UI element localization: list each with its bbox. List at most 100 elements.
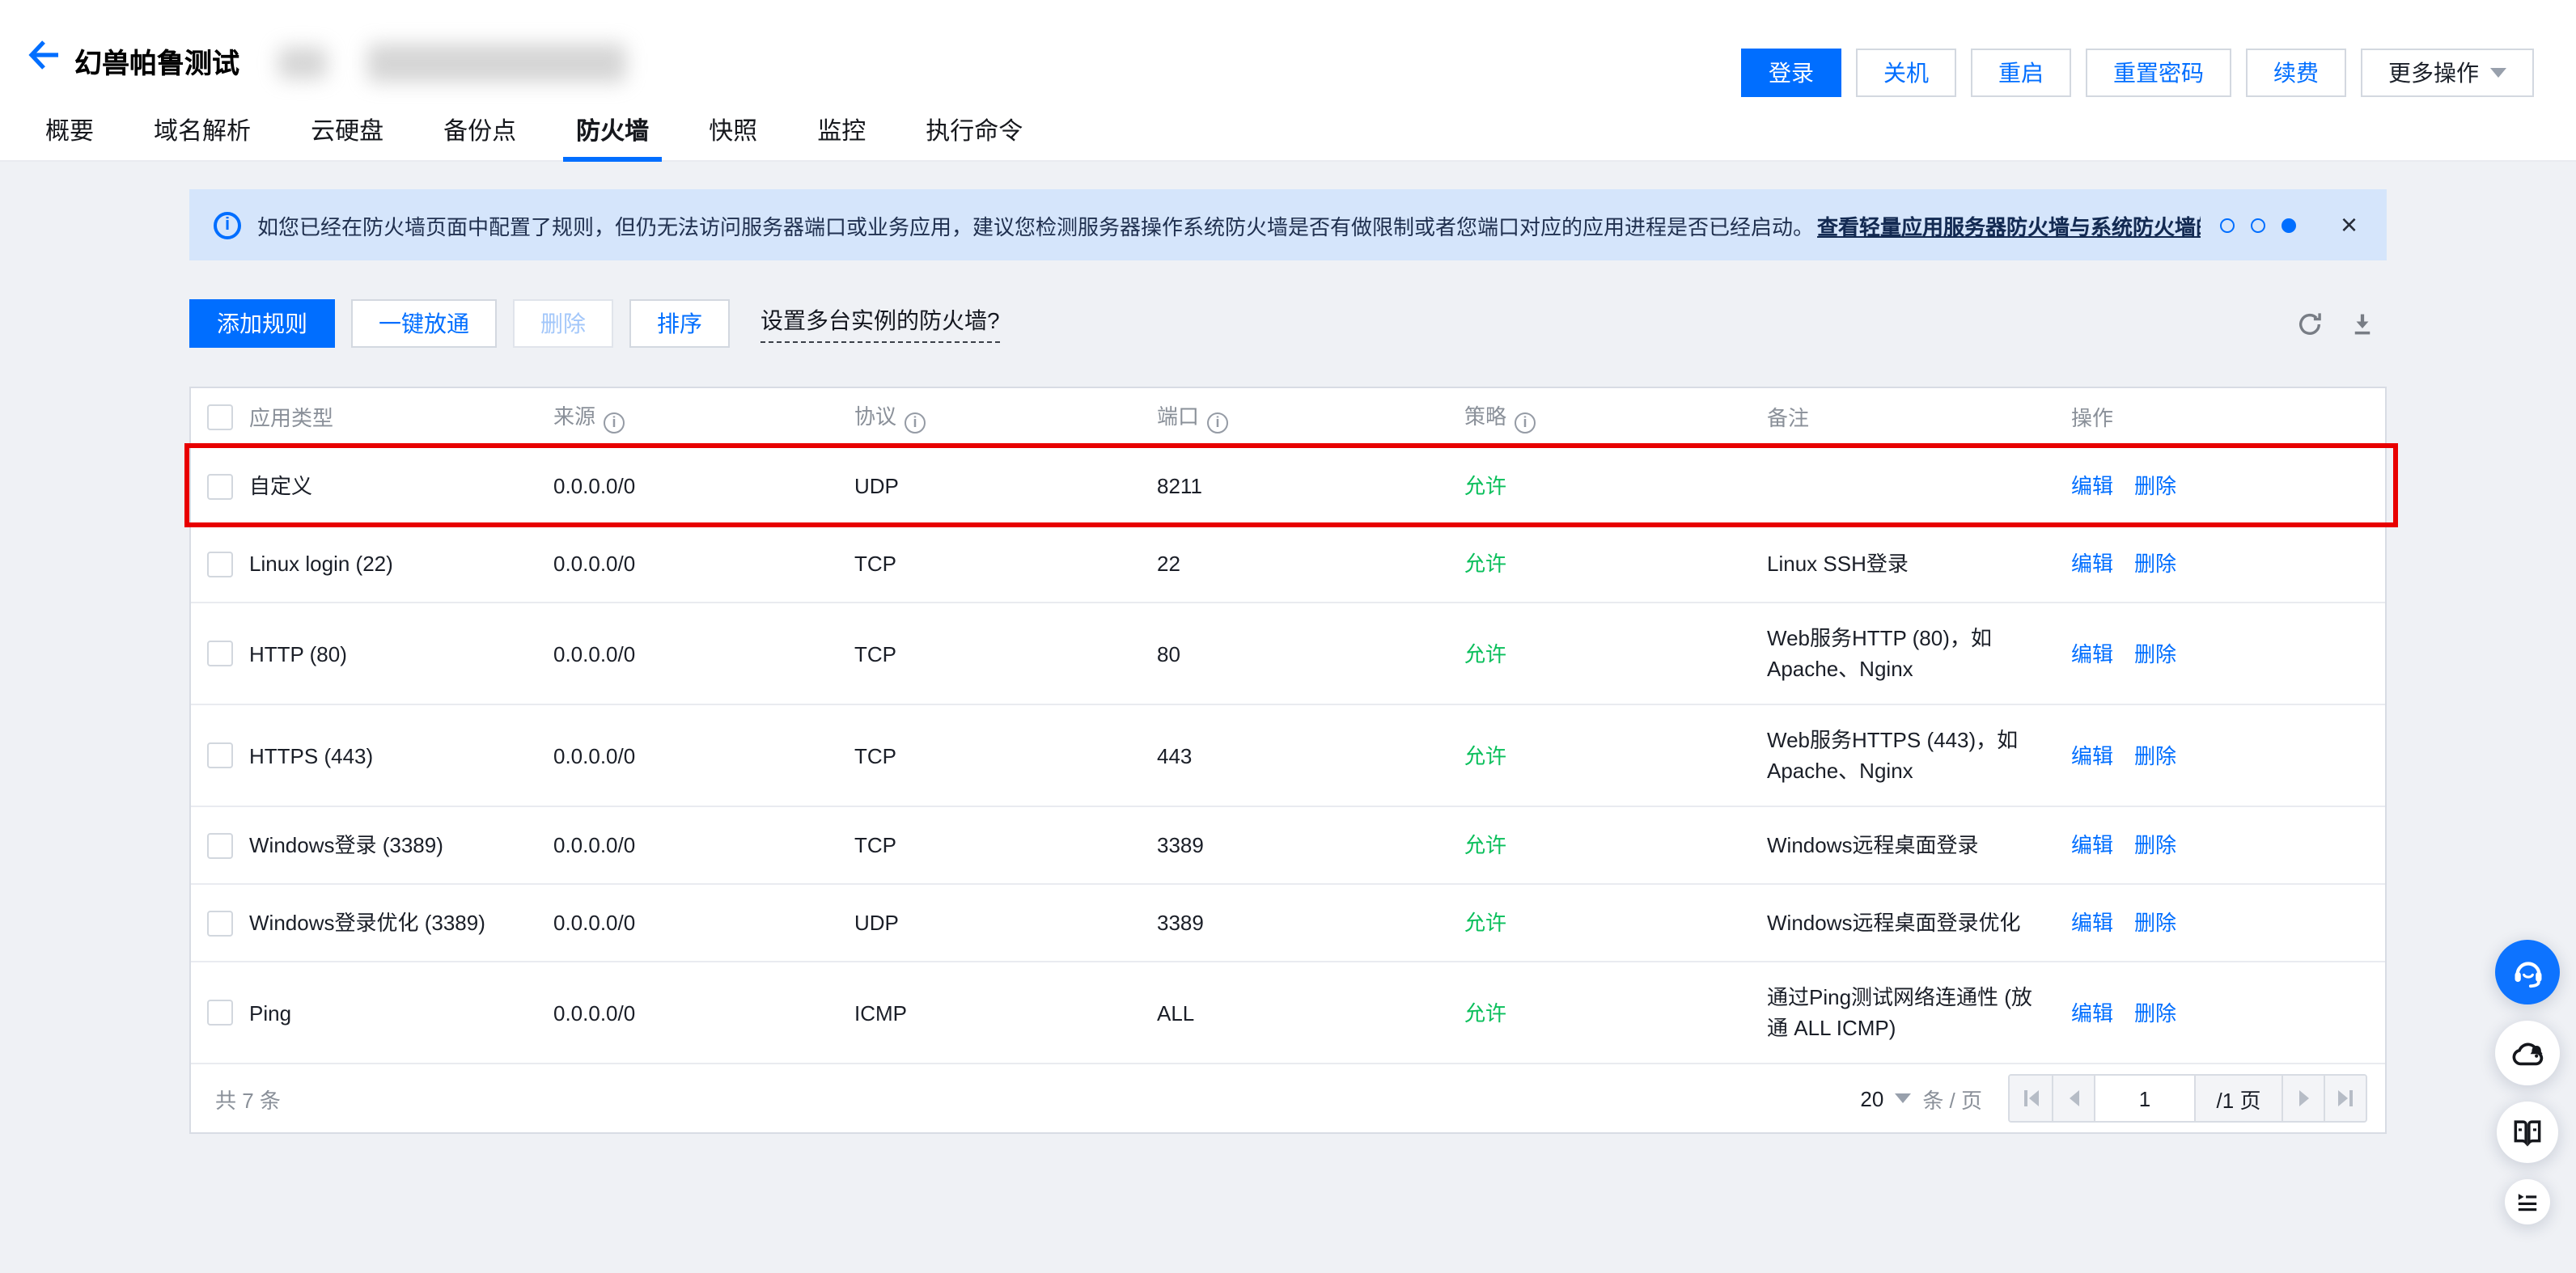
cell-port: 3389 (1157, 830, 1464, 861)
rule-row-Windows登录 (3389): Windows登录 (3389)0.0.0.0/0TCP3389允许Window… (191, 807, 2385, 885)
instance-header: 幻兽帕鲁测试 登录 关机 重启 重置密码 续费 更多操作 (0, 0, 2576, 100)
cell-policy: 允许 (1464, 471, 1767, 501)
edit-rule-link[interactable]: 编辑 (2071, 833, 2113, 857)
column-header: 备注 (1767, 402, 2071, 433)
floating-assistant-buttons (2495, 940, 2560, 1224)
support-chat-icon (2509, 954, 2546, 991)
delete-rule-link[interactable]: 删除 (2134, 552, 2176, 576)
rule-row-Ping: Ping0.0.0.0/0ICMPALL允许通过Ping测试网络连通性 (放通 … (191, 962, 2385, 1064)
tab-云硬盘[interactable]: 云硬盘 (311, 100, 383, 160)
rule-row-自定义: 自定义0.0.0.0/0UDP8211允许编辑删除 (191, 448, 2385, 526)
firewall-diff-link[interactable]: 查看轻量应用服务器防火墙与系统防火墙的区别 (1817, 209, 2201, 240)
edit-rule-link[interactable]: 编辑 (2071, 743, 2113, 768)
instance-tabbar: 概要域名解析云硬盘备份点防火墙快照监控执行命令 (0, 100, 2576, 162)
page-title: 幻兽帕鲁测试 (74, 40, 239, 81)
row-checkbox[interactable] (207, 910, 233, 936)
pagination: /1 页 (2008, 1074, 2367, 1123)
multi-instance-firewall-link[interactable]: 设置多台实例的防火墙? (761, 304, 1000, 343)
tab-执行命令[interactable]: 执行命令 (926, 100, 1023, 160)
docs-book-button[interactable] (2497, 1102, 2558, 1163)
cell-source: 0.0.0.0/0 (553, 638, 854, 669)
cell-actions: 编辑删除 (2071, 740, 2385, 771)
delete-rule-link[interactable]: 删除 (2134, 641, 2176, 666)
console-log-button[interactable] (2505, 1179, 2550, 1224)
renew-button[interactable]: 续费 (2246, 49, 2346, 97)
cell-source: 0.0.0.0/0 (553, 740, 854, 771)
prev-page-button[interactable] (2052, 1076, 2094, 1121)
add-rule-button[interactable]: 添加规则 (189, 299, 335, 348)
info-icon[interactable]: i (1207, 412, 1228, 433)
info-icon[interactable]: i (1515, 412, 1536, 433)
cell-policy: 允许 (1464, 907, 1767, 938)
download-icon[interactable] (2349, 310, 2375, 337)
cell-policy: 允许 (1464, 997, 1767, 1028)
row-checkbox[interactable] (207, 641, 233, 666)
cell-actions: 编辑删除 (2071, 907, 2385, 938)
delete-rule-link[interactable]: 删除 (2134, 474, 2176, 498)
row-checkbox[interactable] (207, 1000, 233, 1026)
tab-监控[interactable]: 监控 (817, 100, 866, 160)
back-button[interactable] (24, 37, 66, 76)
delete-rule-link[interactable]: 删除 (2134, 1000, 2176, 1025)
tab-概要[interactable]: 概要 (45, 100, 94, 160)
cell-remark: Linux SSH登录 (1767, 548, 2071, 579)
select-all-checkbox[interactable] (207, 404, 233, 430)
edit-rule-link[interactable]: 编辑 (2071, 1000, 2113, 1025)
cell-app-type: 自定义 (249, 471, 553, 501)
edit-rule-link[interactable]: 编辑 (2071, 641, 2113, 666)
restart-button[interactable]: 重启 (1971, 49, 2071, 97)
edit-rule-link[interactable]: 编辑 (2071, 474, 2113, 498)
close-icon[interactable]: × (2341, 210, 2358, 239)
shutdown-button[interactable]: 关机 (1856, 49, 1956, 97)
info-icon[interactable]: i (604, 412, 625, 433)
delete-rule-link[interactable]: 删除 (2134, 743, 2176, 768)
cell-policy: 允许 (1464, 638, 1767, 669)
cell-app-type: Windows登录 (3389) (249, 830, 553, 861)
info-icon[interactable]: i (905, 412, 926, 433)
row-checkbox[interactable] (207, 551, 233, 577)
more-actions-button[interactable]: 更多操作 (2361, 49, 2534, 97)
cell-policy: 允许 (1464, 548, 1767, 579)
row-checkbox[interactable] (207, 742, 233, 768)
rule-row-HTTPS (443): HTTPS (443)0.0.0.0/0TCP443允许Web服务HTTPS (… (191, 705, 2385, 807)
cell-app-type: HTTPS (443) (249, 740, 553, 771)
row-checkbox[interactable] (207, 473, 233, 499)
cell-port: 80 (1157, 638, 1464, 669)
total-count: 共 7 条 (215, 1083, 281, 1114)
tab-备份点[interactable]: 备份点 (443, 100, 516, 160)
next-page-button[interactable] (2282, 1076, 2324, 1121)
cell-protocol: TCP (854, 740, 1157, 771)
page-number-input[interactable] (2094, 1076, 2194, 1121)
page-size-select[interactable]: 20 条 / 页 (1860, 1083, 1982, 1114)
cell-actions: 编辑删除 (2071, 997, 2385, 1028)
sort-rules-button[interactable]: 排序 (629, 299, 730, 348)
reset-password-button[interactable]: 重置密码 (2086, 49, 2231, 97)
login-button[interactable]: 登录 (1741, 49, 1841, 97)
tab-域名解析[interactable]: 域名解析 (154, 100, 251, 160)
refresh-icon[interactable] (2296, 310, 2324, 337)
column-header: 来源i (553, 401, 854, 433)
edit-rule-link[interactable]: 编辑 (2071, 911, 2113, 935)
first-page-button[interactable] (2010, 1076, 2052, 1121)
row-checkbox[interactable] (207, 832, 233, 858)
support-chat-button[interactable] (2495, 940, 2560, 1004)
carousel-dot-1[interactable] (2221, 218, 2235, 232)
cloud-alert-button[interactable] (2495, 1021, 2560, 1085)
carousel-dot-3[interactable] (2282, 218, 2297, 232)
one-click-allow-button[interactable]: 一键放通 (351, 299, 497, 348)
delete-rule-link[interactable]: 删除 (2134, 833, 2176, 857)
carousel-dot-2[interactable] (2252, 218, 2266, 232)
rule-row-HTTP (80): HTTP (80)0.0.0.0/0TCP80允许Web服务HTTP (80)，… (191, 603, 2385, 705)
chevron-down-icon (2490, 68, 2506, 78)
next-page-icon (2298, 1090, 2308, 1106)
tab-快照[interactable]: 快照 (709, 100, 757, 160)
edit-rule-link[interactable]: 编辑 (2071, 552, 2113, 576)
column-header: 协议i (854, 401, 1157, 433)
last-page-button[interactable] (2324, 1076, 2366, 1121)
column-header: 应用类型 (249, 402, 553, 433)
info-circle-icon: i (214, 211, 241, 239)
banner-body: 如您已经在防火墙页面中配置了规则，但仍无法访问服务器端口或业务应用，建议您检测服… (257, 209, 2201, 240)
delete-rule-link[interactable]: 删除 (2134, 911, 2176, 935)
tab-防火墙[interactable]: 防火墙 (576, 100, 649, 160)
firewall-notice-banner: i 如您已经在防火墙页面中配置了规则，但仍无法访问服务器端口或业务应用，建议您检… (189, 189, 2387, 260)
